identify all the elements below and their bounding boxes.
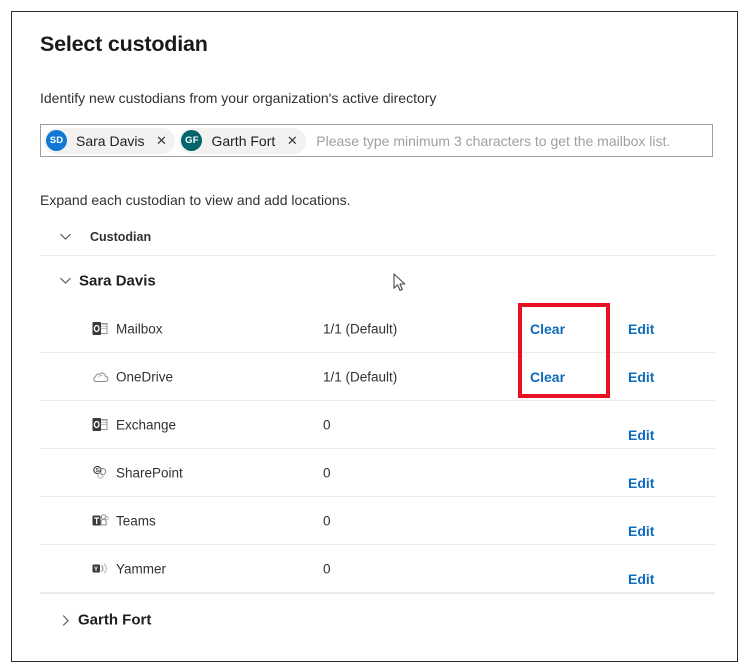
- dialog-content: Select custodian Identify new custodians…: [40, 12, 715, 661]
- chevron-right-icon[interactable]: [57, 612, 73, 628]
- custodian-row-garth-fort[interactable]: Garth Fort: [40, 593, 715, 646]
- chevron-down-icon[interactable]: [57, 229, 73, 245]
- location-label: Mailbox: [116, 321, 163, 336]
- location-label: SharePoint: [116, 465, 183, 480]
- dialog-subtitle: Identify new custodians from your organi…: [40, 90, 437, 106]
- custodian-name: Sara Davis: [79, 272, 156, 289]
- location-count: 0: [323, 561, 331, 576]
- selected-person-garth-fort[interactable]: GF Garth Fort ✕: [179, 127, 307, 154]
- onedrive-icon: [91, 368, 109, 386]
- person-name: Sara Davis: [76, 132, 145, 149]
- custodian-name: Garth Fort: [78, 611, 152, 629]
- yammer-icon: Y: [91, 560, 109, 578]
- exchange-icon: [91, 416, 109, 434]
- location-count: 0: [323, 417, 331, 432]
- chevron-down-icon[interactable]: [57, 273, 73, 289]
- edit-button[interactable]: Edit: [628, 475, 654, 491]
- teams-icon: [91, 512, 109, 530]
- table-header-row: Custodian: [40, 218, 715, 256]
- location-label: OneDrive: [116, 369, 174, 384]
- location-count: 1/1 (Default): [323, 321, 398, 336]
- location-row: S SharePoint 0 Edit: [40, 449, 715, 497]
- sharepoint-icon: S: [91, 464, 109, 482]
- people-picker[interactable]: SD Sara Davis ✕ GF Garth Fort ✕: [40, 124, 713, 157]
- avatar: GF: [181, 130, 203, 151]
- location-count: 0: [323, 465, 331, 480]
- location-label: Teams: [116, 513, 156, 528]
- expand-hint: Expand each custodian to view and add lo…: [40, 192, 351, 208]
- location-row: Y Yammer 0 Edit: [40, 545, 715, 593]
- edit-button[interactable]: Edit: [628, 427, 654, 443]
- location-row: Mailbox 1/1 (Default) Clear Edit: [40, 305, 715, 353]
- remove-person-icon[interactable]: ✕: [154, 134, 168, 147]
- custodian-search-input[interactable]: [310, 126, 712, 155]
- location-row: Exchange 0 Edit: [40, 401, 715, 449]
- edit-button[interactable]: Edit: [628, 523, 654, 539]
- location-count: 1/1 (Default): [323, 369, 398, 384]
- selected-person-sara-davis[interactable]: SD Sara Davis ✕: [44, 127, 176, 154]
- location-row: Teams 0 Edit: [40, 497, 715, 545]
- location-label: Yammer: [116, 561, 167, 576]
- clear-button[interactable]: Clear: [530, 321, 565, 337]
- custodian-row-sara-davis[interactable]: Sara Davis: [40, 256, 715, 305]
- clear-button[interactable]: Clear: [530, 369, 565, 385]
- custodian-table: Custodian Sara Davis Mailbox 1/1 (Defaul…: [40, 218, 715, 646]
- location-label: Exchange: [116, 417, 177, 432]
- person-name: Garth Fort: [211, 132, 276, 149]
- location-row: OneDrive 1/1 (Default) Clear Edit: [40, 353, 715, 401]
- edit-button[interactable]: Edit: [628, 369, 654, 385]
- page-title: Select custodian: [40, 32, 208, 56]
- edit-button[interactable]: Edit: [628, 571, 654, 587]
- location-count: 0: [323, 513, 331, 528]
- edit-button[interactable]: Edit: [628, 321, 654, 337]
- select-custodian-dialog: Select custodian Identify new custodians…: [11, 11, 738, 662]
- remove-person-icon[interactable]: ✕: [285, 134, 299, 147]
- svg-text:Y: Y: [94, 567, 98, 573]
- column-header-custodian: Custodian: [90, 229, 152, 244]
- avatar: SD: [46, 130, 67, 151]
- outlook-mailbox-icon: [91, 320, 109, 338]
